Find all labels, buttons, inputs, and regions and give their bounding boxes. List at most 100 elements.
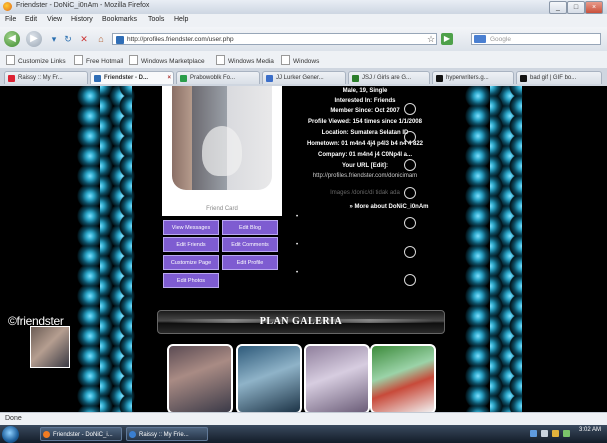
reload-icon[interactable]: ↻ (62, 33, 74, 45)
tab[interactable]: hyperwriters.g... (432, 71, 514, 84)
view-messages-button[interactable]: View Messages (163, 220, 219, 235)
edit-photos-button[interactable]: Edit Photos (163, 273, 219, 288)
forward-button[interactable]: ▶ (26, 31, 42, 47)
menu-view[interactable]: View (47, 16, 62, 23)
gallery-photo[interactable] (167, 344, 233, 412)
network-icon[interactable] (530, 430, 537, 437)
profile-photo-image (172, 86, 272, 190)
minimize-button[interactable]: _ (549, 1, 567, 14)
dropdown-history-button[interactable]: ▾ (48, 33, 60, 45)
edit-friends-button[interactable]: Edit Friends (163, 237, 219, 252)
go-button[interactable]: ▶ (441, 33, 453, 45)
site-favicon (116, 36, 124, 44)
browser-icon (129, 431, 136, 438)
search-engine-icon[interactable] (474, 35, 486, 43)
bullet: • (296, 242, 299, 248)
profile-info-line: Male, 19, Single (342, 88, 388, 94)
circle-ornament (404, 131, 416, 143)
edit-blog-button[interactable]: Edit Blog (222, 220, 278, 235)
tray-icon[interactable] (552, 430, 559, 437)
tab-favicon (436, 75, 443, 82)
circle-ornament (404, 274, 416, 286)
stop-icon[interactable]: ✕ (78, 33, 90, 45)
menu-bookmarks[interactable]: Bookmarks (102, 16, 137, 23)
firefox-icon (3, 2, 12, 11)
title-bar: Friendster - DoNiC_i0nAm - Mozilla Firef… (0, 0, 607, 14)
bullet: • (296, 214, 299, 220)
menu-file[interactable]: File (5, 16, 16, 23)
photo-caption: Friend Card (162, 198, 282, 216)
tray-icon[interactable] (563, 430, 570, 437)
bookmark-item[interactable]: Customize Links (6, 55, 66, 65)
window-title: Friendster - DoNiC_i0nAm - Mozilla Firef… (16, 2, 150, 9)
tab-favicon (266, 75, 273, 82)
menu-history[interactable]: History (71, 16, 93, 23)
page-icon (6, 55, 15, 65)
system-clock[interactable]: 3:02 AM (576, 427, 604, 434)
volume-icon[interactable] (541, 430, 548, 437)
page-icon (281, 55, 290, 65)
start-button[interactable] (2, 426, 19, 443)
bookmark-item[interactable]: Windows Media (216, 55, 274, 65)
windows-taskbar: Friendster - DoNiC_i... Raissy :: My Fri… (0, 425, 607, 443)
page-icon (216, 55, 225, 65)
bookmark-star-icon[interactable]: ☆ (425, 33, 437, 45)
photo-gallery-banner: PLAN GALERIA (157, 310, 445, 334)
home-icon[interactable]: ⌂ (95, 33, 107, 45)
circle-ornament (404, 103, 416, 115)
search-input[interactable]: Google (471, 33, 601, 45)
bullet: • (296, 270, 299, 276)
profile-info-line: Company: 01 m4n4 j4 C0Np4l a... (317, 152, 413, 158)
profile-info-line: Hometown: 01 m4n4 4j4 p4l3 b4 n4 4 822 (306, 141, 424, 147)
status-bar: Done (0, 412, 607, 426)
tab-favicon (520, 75, 527, 82)
bookmarks-toolbar: Customize Links Free Hotmail Windows Mar… (0, 51, 607, 69)
close-button[interactable]: × (585, 1, 603, 14)
close-tab-icon[interactable]: × (167, 72, 171, 84)
url-text: http://profiles.friendster.com/user.php (127, 36, 234, 43)
gallery-photo[interactable] (370, 344, 436, 412)
circle-ornament (404, 187, 416, 199)
maximize-button[interactable]: □ (567, 1, 585, 14)
search-placeholder: Google (490, 36, 511, 43)
firefox-icon (43, 431, 50, 438)
gallery-photo[interactable] (304, 344, 370, 412)
edit-profile-button[interactable]: Edit Profile (222, 255, 278, 270)
small-profile-thumbnail[interactable] (30, 326, 70, 368)
menu-tools[interactable]: Tools (148, 16, 164, 23)
more-about-link[interactable]: » More about DoNiC_i0nAm (324, 204, 454, 210)
page-content: Friend Card View Messages Edit Blog Edit… (0, 86, 607, 412)
tab[interactable]: Raissy :: My Fr... (4, 71, 88, 84)
tab-favicon (8, 75, 15, 82)
tab[interactable]: bad gif | GIF bo... (516, 71, 602, 84)
profile-info-line: Profile Viewed: 154 times since 1/1/2008 (308, 119, 422, 125)
tab[interactable]: JJ Lurker Gener... (262, 71, 346, 84)
tab-favicon (94, 75, 101, 82)
page-icon (74, 55, 83, 65)
decorative-stripe-left-inner (100, 86, 132, 412)
circle-ornament (404, 217, 416, 229)
address-bar[interactable]: http://profiles.friendster.com/user.php (112, 33, 437, 45)
bookmark-item[interactable]: Free Hotmail (74, 55, 123, 65)
bookmark-item[interactable]: Windows (281, 55, 319, 65)
profile-photo[interactable] (162, 86, 282, 198)
tab[interactable]: JSJ / Girls are G... (348, 71, 430, 84)
tab-favicon (180, 75, 187, 82)
navigation-toolbar: ◀ ▶ ▾ ↻ ✕ ⌂ http://profiles.friendster.c… (0, 27, 607, 51)
edit-comments-button[interactable]: Edit Comments (222, 237, 278, 252)
banner-title: PLAN GALERIA (259, 316, 343, 327)
tab[interactable]: Prabowoblk Fo... (176, 71, 260, 84)
menu-bar: File Edit View History Bookmarks Tools H… (0, 14, 607, 27)
customize-page-button[interactable]: Customize Page (163, 255, 219, 270)
page-icon (129, 55, 138, 65)
bookmark-item[interactable]: Windows Marketplace (129, 55, 205, 65)
profile-url-link[interactable]: http://profiles.friendster.com/donicimam (300, 173, 430, 179)
tab-active[interactable]: Friendster - D... × (90, 71, 174, 84)
menu-help[interactable]: Help (174, 16, 188, 23)
menu-edit[interactable]: Edit (25, 16, 37, 23)
taskbar-item-browser[interactable]: Raissy :: My Frie... (126, 427, 208, 441)
taskbar-item-firefox[interactable]: Friendster - DoNiC_i... (40, 427, 122, 441)
gallery-photo[interactable] (236, 344, 302, 412)
back-button[interactable]: ◀ (4, 31, 20, 47)
tab-bar: Raissy :: My Fr... Friendster - D... × Pr… (0, 68, 607, 86)
